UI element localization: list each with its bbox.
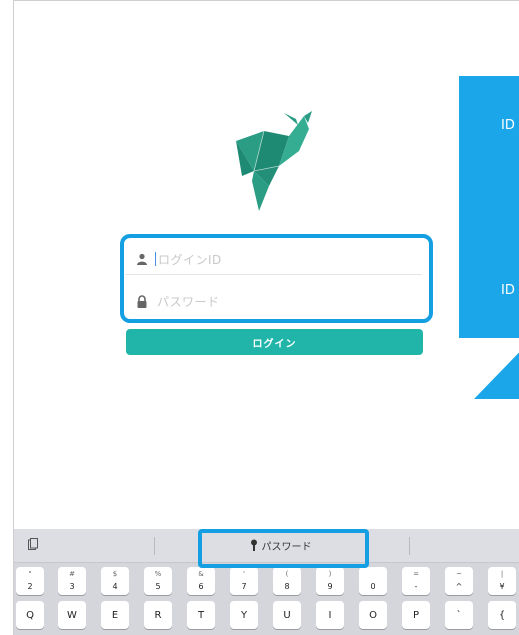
- key-2[interactable]: " 2: [16, 567, 44, 595]
- key-i[interactable]: I: [316, 601, 344, 629]
- key-minus[interactable]: = -: [402, 567, 430, 595]
- keyboard-number-row: " 2 #3 $4 % 5 & 6 ' 7 (8 ) 9 0 = - ~ ^ | ¥: [14, 567, 519, 599]
- keyboard-letter-row: Q W E R T Y U I O P ` {: [14, 601, 519, 633]
- bar-divider: [154, 537, 155, 555]
- key-p[interactable]: P: [402, 601, 430, 629]
- form-highlight-frame: [120, 234, 433, 323]
- key-e[interactable]: E: [101, 601, 129, 629]
- key-u[interactable]: U: [273, 601, 301, 629]
- login-button[interactable]: ログイン: [126, 329, 423, 355]
- callout-box: ID ID: [459, 76, 519, 338]
- callout-text-1: ID: [501, 118, 515, 133]
- bar-divider: [409, 537, 410, 555]
- autofill-highlight-frame: [198, 529, 369, 568]
- key-0[interactable]: 0: [359, 567, 387, 595]
- key-t[interactable]: T: [187, 601, 215, 629]
- key-8[interactable]: (8: [273, 567, 301, 595]
- key-5[interactable]: % 5: [144, 567, 172, 595]
- key-w[interactable]: W: [58, 601, 86, 629]
- callout-text-2: ID: [501, 283, 515, 298]
- key-r[interactable]: R: [144, 601, 172, 629]
- key-caret[interactable]: ~ ^: [445, 567, 473, 595]
- key-yen[interactable]: | ¥: [488, 567, 516, 595]
- key-backtick[interactable]: `: [445, 601, 473, 629]
- goat-logo: [236, 111, 312, 211]
- key-3[interactable]: #3: [58, 567, 86, 595]
- app-screen: ログインID パスワード ログイン ID ID パスワード " 2 # 3 $ …: [13, 0, 519, 635]
- key-6[interactable]: & 6: [187, 567, 215, 595]
- clipboard-icon[interactable]: [28, 538, 38, 550]
- key-brace[interactable]: {: [488, 601, 516, 629]
- key-o[interactable]: O: [359, 601, 387, 629]
- key-q[interactable]: Q: [16, 601, 44, 629]
- key-7[interactable]: ' 7: [230, 567, 258, 595]
- key-4[interactable]: $4: [101, 567, 129, 595]
- key-y[interactable]: Y: [230, 601, 258, 629]
- key-9[interactable]: ) 9: [316, 567, 344, 595]
- callout-pointer: [474, 352, 519, 399]
